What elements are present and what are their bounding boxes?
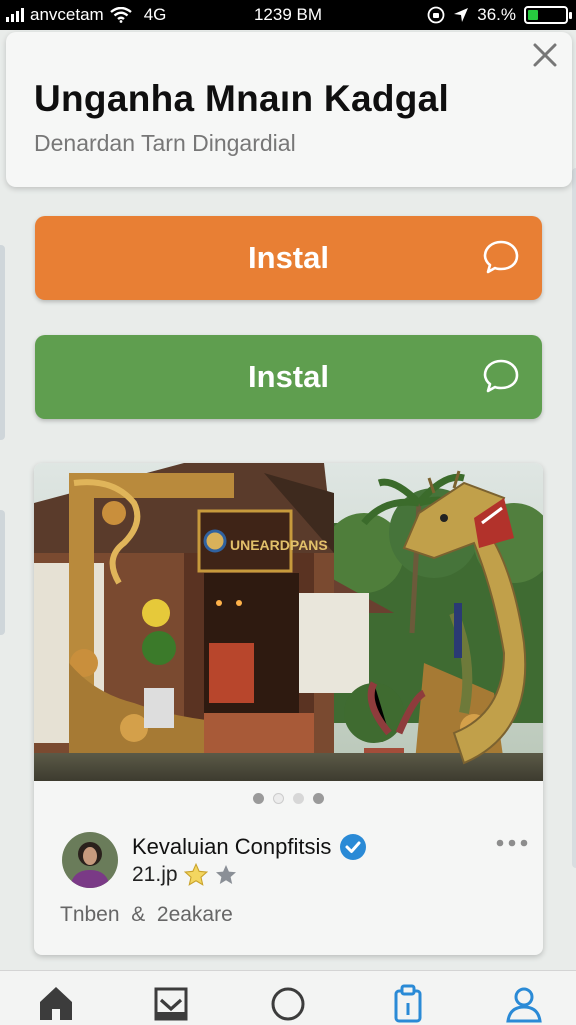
install-button-label: Instal: [248, 359, 329, 394]
clipboard-icon[interactable]: [388, 983, 428, 1023]
chat-bubble-icon[interactable]: [482, 357, 520, 395]
post-caption: Tnben & 2eakare: [60, 903, 233, 926]
right-edge-card: [572, 168, 576, 868]
wifi-icon: [109, 7, 132, 23]
orientation-lock-icon: [427, 6, 445, 24]
close-icon[interactable]: [530, 40, 560, 70]
carousel-dot[interactable]: [293, 793, 304, 804]
install-button-label: Instal: [248, 240, 329, 275]
install-button-green[interactable]: Instal: [35, 335, 542, 419]
carrier-name: anvcetam: [30, 5, 104, 24]
app-title: Unganha Mnaın Kadgal: [34, 78, 450, 119]
chat-bubble-icon[interactable]: [482, 238, 520, 276]
post-card[interactable]: UNEARDPANS Kevaluian Conpfitsis 21.jp Tn…: [34, 463, 543, 955]
location-icon: [454, 8, 469, 22]
verified-badge-icon: [340, 834, 367, 860]
install-button-orange[interactable]: Instal: [35, 216, 542, 300]
author-name[interactable]: Kevaluian Conpfitsis: [132, 834, 331, 860]
battery-icon: [524, 6, 572, 24]
carousel-dot[interactable]: [313, 793, 324, 804]
battery-percent: 36.%: [477, 5, 516, 24]
carousel-dot-active[interactable]: [273, 793, 284, 804]
post-photo[interactable]: UNEARDPANS: [34, 463, 543, 781]
more-options-icon[interactable]: [495, 835, 529, 851]
avatar[interactable]: [62, 832, 118, 888]
carousel-indicator[interactable]: [34, 793, 543, 804]
star-filled-icon: [183, 862, 208, 886]
signal-icon: [6, 8, 24, 22]
left-edge-card: [0, 245, 5, 440]
battery-level: [528, 10, 539, 20]
bottom-navigation: [0, 970, 576, 1025]
left-edge-card: [0, 510, 5, 635]
network-type: 4G: [143, 5, 167, 24]
author-line: Kevaluian Conpfitsis: [132, 833, 367, 861]
app-header-card: Unganha Mnaın Kadgal Denardan Tarn Dinga…: [6, 32, 572, 187]
shop-sign-text: UNEARDPANS: [230, 537, 328, 553]
profile-icon[interactable]: [504, 983, 544, 1023]
home-icon[interactable]: [36, 983, 76, 1023]
status-bar: anvcetam 4G 1239 BM 36.%: [0, 0, 576, 30]
carousel-dot[interactable]: [253, 793, 264, 804]
star-outline-icon: [215, 865, 236, 884]
inbox-icon[interactable]: [151, 983, 191, 1023]
app-subtitle: Denardan Tarn Dingardial: [34, 130, 296, 156]
post-meta-text: 21.jp: [132, 863, 178, 886]
circle-icon[interactable]: [268, 983, 308, 1023]
post-meta: 21.jp: [132, 862, 238, 888]
